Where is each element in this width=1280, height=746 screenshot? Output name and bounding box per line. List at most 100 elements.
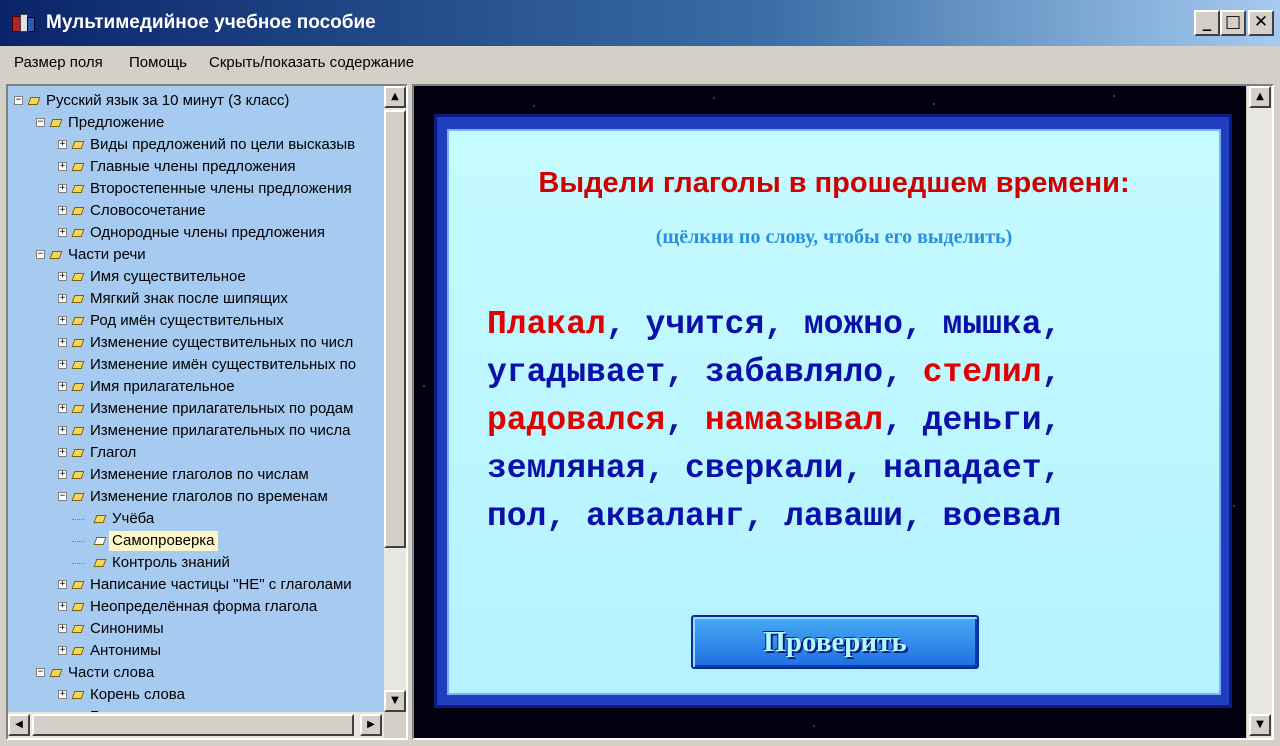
exercise-hint: (щёлкни по слову, чтобы его выделить)	[655, 226, 1013, 248]
exercise-title: Выдели глаголы в прошедшем времени:	[538, 167, 1130, 199]
word-option[interactable]: воевал	[943, 498, 1062, 535]
page-icon	[49, 117, 63, 128]
expand-icon[interactable]: +	[58, 206, 67, 215]
expand-icon[interactable]: +	[58, 316, 67, 325]
word-option[interactable]: Плакал	[487, 306, 606, 343]
word-separator: ,	[665, 354, 705, 391]
word-option[interactable]: намазывал	[705, 402, 883, 439]
content-vertical-scrollbar[interactable]: ▲ ▼	[1246, 86, 1272, 738]
expand-icon[interactable]: +	[58, 162, 67, 171]
page-icon	[71, 337, 85, 348]
expand-icon[interactable]: +	[58, 448, 67, 457]
tree-scroll-up-button[interactable]: ▲	[384, 86, 406, 108]
tree-vertical-scrollbar[interactable]: ▲ ▼	[384, 86, 406, 712]
menu-field-size[interactable]: Размер поля	[14, 54, 103, 71]
collapse-icon[interactable]: −	[36, 250, 45, 259]
tree-connector	[72, 563, 84, 564]
page-icon	[71, 645, 85, 656]
word-option[interactable]: стелил	[923, 354, 1042, 391]
expand-icon[interactable]: +	[58, 624, 67, 633]
word-option[interactable]: нападает	[883, 450, 1041, 487]
expand-icon[interactable]: +	[58, 382, 67, 391]
expand-icon[interactable]: +	[58, 228, 67, 237]
expand-icon[interactable]: +	[58, 184, 67, 193]
expand-icon[interactable]: +	[58, 338, 67, 347]
title-bar: Мультимедийное учебное пособие _ □ ✕	[0, 0, 1280, 46]
tree-item-label: Изменение прилагательных по родам	[90, 400, 354, 417]
word-option[interactable]: деньги	[923, 402, 1042, 439]
exercise-card: Выдели глаголы в прошедшем времени: (щёл…	[434, 114, 1232, 708]
tree-item-label: Словосочетание	[90, 202, 206, 219]
word-separator: ,	[902, 498, 943, 535]
tree-item-label: Корень слова	[90, 686, 185, 703]
expand-icon[interactable]: +	[58, 404, 67, 413]
tree-horizontal-thumb[interactable]	[32, 714, 354, 736]
collapse-icon[interactable]: −	[14, 96, 23, 105]
word-option[interactable]: радовался	[487, 402, 665, 439]
menu-help[interactable]: Помощь	[129, 54, 187, 71]
collapse-icon[interactable]: −	[36, 118, 45, 127]
expand-icon[interactable]: +	[58, 690, 67, 699]
word-option[interactable]: мышка	[943, 306, 1042, 343]
expand-icon[interactable]: +	[58, 360, 67, 369]
expand-icon[interactable]: +	[58, 272, 67, 281]
word-option[interactable]: можно	[804, 306, 903, 343]
tree-item-label: Синонимы	[90, 620, 164, 637]
word-option[interactable]: земляная	[487, 450, 645, 487]
tree-item-label: Изменение прилагательных по числа	[90, 422, 351, 439]
word-separator: ,	[744, 498, 785, 535]
collapse-icon[interactable]: −	[36, 668, 45, 677]
scroll-corner	[384, 712, 406, 738]
word-option[interactable]: угадывает	[487, 354, 665, 391]
word-separator: ,	[1041, 306, 1062, 343]
expand-icon[interactable]: +	[58, 294, 67, 303]
expand-icon[interactable]: +	[58, 426, 67, 435]
tree-scroll-down-button[interactable]: ▼	[384, 690, 406, 712]
tree-item-label: Глагол	[90, 444, 137, 461]
word-option[interactable]: сверкали	[685, 450, 843, 487]
window-title: Мультимедийное учебное пособие	[46, 12, 376, 33]
expand-icon[interactable]: +	[58, 580, 67, 589]
word-option[interactable]: акваланг	[586, 498, 744, 535]
maximize-icon: □	[1224, 12, 1242, 32]
maximize-button[interactable]: □	[1220, 10, 1246, 36]
tree-item-label: Род имён существительных	[90, 312, 284, 329]
minimize-button[interactable]: _	[1194, 10, 1220, 36]
tree-vertical-thumb[interactable]	[384, 110, 406, 548]
close-button[interactable]: ✕	[1248, 10, 1274, 36]
page-icon	[71, 425, 85, 436]
menu-toggle-contents[interactable]: Скрыть/показать содержание	[209, 54, 414, 71]
content-scroll-up-button[interactable]: ▲	[1249, 86, 1271, 108]
page-icon	[93, 557, 107, 568]
page-icon	[71, 227, 85, 238]
tree-scroll-left-button[interactable]: ◀	[8, 714, 30, 736]
tree-horizontal-scrollbar[interactable]: ◀ ▶	[8, 712, 384, 738]
page-icon	[71, 381, 85, 392]
tree-item-label: Контроль знаний	[112, 554, 230, 571]
expand-icon[interactable]: +	[58, 470, 67, 479]
word-option[interactable]: лаваши	[784, 498, 903, 535]
tree-item-label: Части слова	[68, 664, 155, 681]
word-option[interactable]: забавляло	[705, 354, 883, 391]
tree-item-label: Неопределённая форма глагола	[90, 598, 318, 615]
tree-scroll-right-button[interactable]: ▶	[360, 714, 382, 736]
check-button[interactable]: Проверить	[691, 615, 979, 669]
books-app-icon[interactable]	[12, 12, 36, 34]
tree-item-label: Части речи	[68, 246, 146, 263]
collapse-icon[interactable]: −	[58, 492, 67, 501]
content-scroll-down-button[interactable]: ▼	[1249, 714, 1271, 736]
word-option[interactable]: пол	[487, 498, 546, 535]
expand-icon[interactable]: +	[58, 140, 67, 149]
word-option[interactable]: учится	[645, 306, 764, 343]
page-icon	[71, 469, 85, 480]
tree-item-label: Учёба	[112, 510, 155, 527]
arrow-down-icon: ▼	[391, 695, 399, 706]
expand-icon[interactable]: +	[58, 602, 67, 611]
lesson-content-frame: Выдели глаголы в прошедшем времени: (щёл…	[412, 84, 1274, 740]
arrow-up-icon: ▲	[391, 91, 399, 102]
arrow-down-icon: ▼	[1256, 719, 1264, 730]
page-icon	[71, 491, 85, 502]
expand-icon[interactable]: +	[58, 646, 67, 655]
tree-item-label: Имя прилагательное	[90, 378, 235, 395]
word-line: угадывает, забавляло, стелил,	[487, 349, 1207, 397]
